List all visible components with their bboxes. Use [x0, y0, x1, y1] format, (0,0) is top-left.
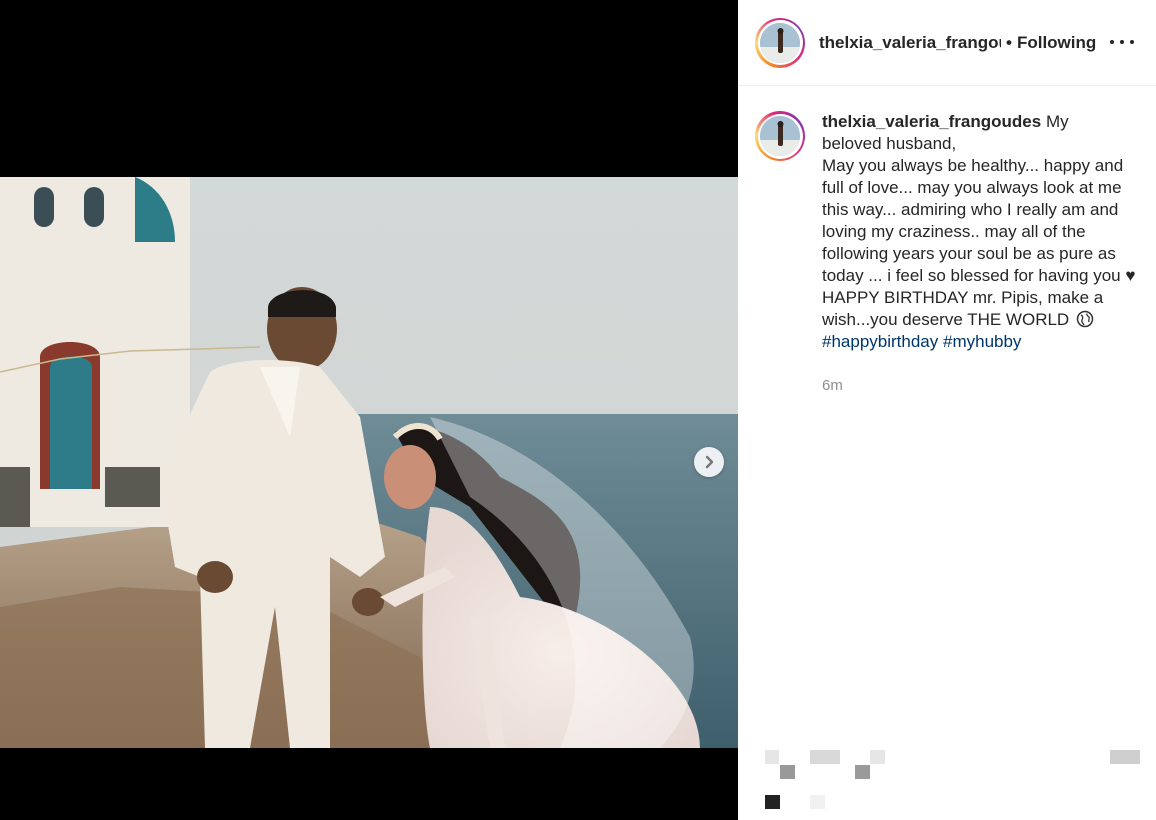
media-area — [0, 0, 738, 820]
hashtag-link[interactable]: #myhubby — [943, 332, 1021, 351]
placeholder-block — [870, 750, 885, 764]
header-text: thelxia_valeria_frangou • Following — [819, 33, 1096, 53]
header-username-link[interactable]: thelxia_valeria_frangou — [819, 33, 1001, 53]
next-photo-button[interactable] — [694, 447, 724, 477]
placeholder-block — [1110, 750, 1140, 764]
placeholder-block — [765, 750, 779, 764]
placeholder-block — [810, 795, 825, 809]
caption-line: My — [1045, 112, 1069, 131]
caption-text: thelxia_valeria_frangoudes My beloved hu… — [822, 111, 1144, 353]
caption-body: May you always be healthy... happy and f… — [822, 156, 1136, 329]
chevron-right-icon — [705, 455, 714, 469]
post-photo — [0, 177, 738, 748]
placeholder-block — [765, 795, 780, 809]
hashtag-link[interactable]: #happybirthday — [822, 332, 938, 351]
header-separator: • — [1006, 32, 1012, 52]
placeholder-block — [810, 750, 840, 764]
globe-emoji-icon — [1076, 310, 1094, 328]
following-button[interactable]: Following — [1017, 33, 1096, 53]
avatar[interactable] — [755, 17, 805, 68]
placeholder-block — [780, 765, 795, 779]
post-viewer: thelxia_valeria_frangou • Following thel… — [0, 0, 1156, 820]
post-side-panel: thelxia_valeria_frangou • Following thel… — [738, 0, 1156, 820]
caption-username-link[interactable]: thelxia_valeria_frangoudes — [822, 112, 1041, 131]
more-options-icon[interactable] — [1110, 32, 1134, 52]
caption-line: beloved husband, — [822, 134, 957, 153]
post-header: thelxia_valeria_frangou • Following — [738, 0, 1156, 86]
post-timestamp: 6m — [822, 377, 843, 394]
caption-comment: thelxia_valeria_frangoudes My beloved hu… — [755, 111, 1145, 353]
caption-avatar[interactable] — [755, 111, 805, 161]
placeholder-block — [855, 765, 870, 779]
